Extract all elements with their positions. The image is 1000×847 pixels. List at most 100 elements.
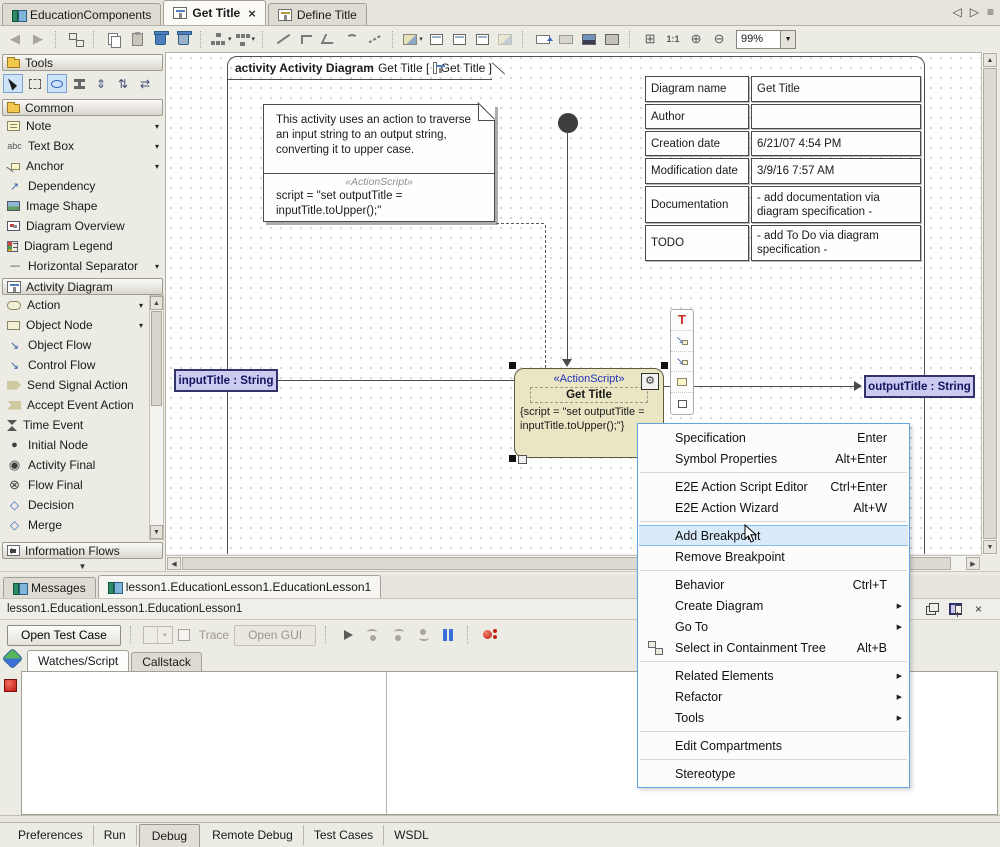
- uml-note[interactable]: This activity uses an action to traverse…: [263, 104, 495, 222]
- menu-item-behavior[interactable]: Behavior Ctrl+T: [638, 574, 909, 595]
- layout-hierarchy-icon[interactable]: ▾: [211, 29, 232, 49]
- chevron-down-icon[interactable]: ▾: [139, 301, 143, 310]
- path-oblique-icon[interactable]: [319, 29, 339, 49]
- paste-icon[interactable]: [127, 29, 147, 49]
- diagram-info-table[interactable]: Diagram name Get Title Author Creation d…: [645, 76, 921, 263]
- tab-messages[interactable]: Messages: [3, 577, 96, 598]
- palette-item-anchor[interactable]: Anchor ▾: [0, 156, 165, 176]
- pause-icon[interactable]: [438, 625, 458, 645]
- containment-tree-icon[interactable]: [66, 29, 86, 49]
- pane-divider[interactable]: [386, 672, 387, 814]
- menu-item-go-to[interactable]: Go To ▶: [638, 616, 909, 637]
- palette-item-horizontal-separator[interactable]: ---- Horizontal Separator ▾: [0, 256, 165, 276]
- menu-item-add-breakpoint[interactable]: Add Breakpoint: [639, 525, 908, 546]
- open-diagram-window-icon[interactable]: [449, 29, 469, 49]
- add-element-icon[interactable]: ▾: [235, 29, 256, 49]
- menu-item-select-in-containment-tree[interactable]: Select in Containment Tree Alt+B: [638, 637, 909, 658]
- palette-item-object-node[interactable]: Object Node ▾: [0, 315, 149, 335]
- output-pin[interactable]: outputTitle : String: [864, 375, 975, 398]
- menu-item-refactor[interactable]: Refactor ▶: [638, 686, 909, 707]
- palette-header-activity-diagram[interactable]: Activity Diagram: [2, 278, 163, 295]
- menu-item-e2e-action-wizard[interactable]: E2E Action Wizard Alt+W: [638, 497, 909, 518]
- scroll-up-icon[interactable]: ▲: [983, 53, 997, 67]
- scroll-up-icon[interactable]: ▲: [150, 296, 163, 310]
- navigate-back-icon[interactable]: ◀: [5, 29, 25, 49]
- palette-header-information-flows[interactable]: Information Flows: [2, 542, 163, 559]
- action-name[interactable]: Get Title: [530, 387, 648, 403]
- delete-icon[interactable]: [150, 29, 170, 49]
- resume-icon[interactable]: [338, 625, 358, 645]
- scroll-down-icon[interactable]: ▼: [150, 525, 163, 539]
- canvas-vertical-scrollbar[interactable]: ▲ ▼: [981, 52, 998, 555]
- chevron-down-icon[interactable]: ▾: [155, 142, 159, 151]
- tab-wsdl[interactable]: WSDL: [384, 825, 439, 845]
- symbol-appearance-icon[interactable]: ▾: [403, 29, 423, 49]
- compartment-expander-icon[interactable]: [518, 455, 527, 464]
- path-spline-icon[interactable]: [365, 29, 385, 49]
- palette-item-flow-final[interactable]: ⊗ Flow Final: [0, 475, 149, 495]
- selection-handle[interactable]: [509, 362, 516, 369]
- step-into-icon[interactable]: [363, 625, 383, 645]
- tab-define-title[interactable]: Define Title: [268, 3, 367, 25]
- scrollbar-thumb[interactable]: [151, 311, 162, 406]
- zoom-combo-arrow-icon[interactable]: ▼: [780, 31, 795, 48]
- menu-item-related-elements[interactable]: Related Elements ▶: [638, 665, 909, 686]
- palette-header-common[interactable]: Common: [2, 99, 163, 116]
- tab-debug[interactable]: Debug: [139, 824, 200, 847]
- palette-item-diagram-overview[interactable]: Diagram Overview: [0, 216, 165, 236]
- palette-item-object-flow[interactable]: ↘ Object Flow: [0, 335, 149, 355]
- palette-item-time-event[interactable]: Time Event: [0, 415, 149, 435]
- path-rectilinear-icon[interactable]: [296, 29, 316, 49]
- scroll-tabs-right-icon[interactable]: ▷: [970, 5, 979, 19]
- open-gui-button[interactable]: Open GUI: [234, 625, 316, 646]
- chevron-down-icon[interactable]: ▾: [139, 321, 143, 330]
- palette-header-tools[interactable]: Tools: [2, 54, 163, 71]
- swap-tool[interactable]: ⇄: [135, 74, 155, 93]
- menu-item-create-diagram[interactable]: Create Diagram ▶: [638, 595, 909, 616]
- resize-symbol-icon[interactable]: [533, 29, 553, 49]
- sticky-tool[interactable]: [47, 74, 67, 93]
- float-panel-icon[interactable]: [926, 603, 939, 615]
- scrollbar-thumb[interactable]: [983, 68, 997, 539]
- palette-item-decision[interactable]: ◇ Decision: [0, 495, 149, 515]
- pin-panel-icon[interactable]: [949, 603, 962, 615]
- tab-preferences[interactable]: Preferences: [8, 825, 94, 845]
- note-anchor-tool[interactable]: [671, 372, 693, 393]
- delete-symbol-icon[interactable]: [173, 29, 193, 49]
- chevron-down-icon[interactable]: ▾: [155, 162, 159, 171]
- zoom-out-icon[interactable]: ⊖: [709, 29, 729, 49]
- palette-item-note[interactable]: Note ▾: [0, 116, 165, 136]
- tab-watches-script[interactable]: Watches/Script: [27, 650, 129, 671]
- initial-node[interactable]: [558, 113, 578, 133]
- tab-run[interactable]: Run: [94, 825, 137, 845]
- breakpoint-marker[interactable]: [4, 679, 17, 692]
- input-pin[interactable]: inputTitle : String: [174, 369, 278, 392]
- tab-get-title[interactable]: Get Title ×: [163, 0, 265, 25]
- control-flow-edge[interactable]: [567, 133, 568, 361]
- tab-remote-debug[interactable]: Remote Debug: [202, 825, 304, 845]
- palette-item-control-flow[interactable]: ↘ Control Flow: [0, 355, 149, 375]
- menu-item-tools[interactable]: Tools ▶: [638, 707, 909, 728]
- menu-item-e2e-action-script-editor[interactable]: E2E Action Script Editor Ctrl+Enter: [638, 476, 909, 497]
- close-diagram-window-icon[interactable]: [472, 29, 492, 49]
- palette-item-merge[interactable]: ◇ Merge: [0, 515, 149, 535]
- tab-education-components[interactable]: EducationComponents: [2, 3, 161, 25]
- path-curved-icon[interactable]: [342, 29, 362, 49]
- save-image-icon[interactable]: [579, 29, 599, 49]
- object-flow-tool[interactable]: ↘: [671, 352, 693, 373]
- chevron-down-icon[interactable]: ▾: [155, 262, 159, 271]
- step-over-icon[interactable]: [388, 625, 408, 645]
- palette-item-dependency[interactable]: ↗ Dependency: [0, 176, 165, 196]
- scroll-left-icon[interactable]: ◀: [167, 557, 181, 570]
- trace-combo[interactable]: ▾: [143, 626, 173, 644]
- keyboard-icon[interactable]: [556, 29, 576, 49]
- breakpoint-gutter[interactable]: [0, 671, 21, 815]
- palette-item-activity-final[interactable]: ◉ Activity Final: [0, 455, 149, 475]
- palette-item-action[interactable]: Action ▾: [0, 295, 149, 315]
- fit-in-window-icon[interactable]: ⊞: [640, 29, 660, 49]
- scroll-tabs-left-icon[interactable]: ◁: [953, 5, 962, 19]
- path-straight-icon[interactable]: [273, 29, 293, 49]
- chevron-down-icon[interactable]: ▾: [155, 122, 159, 131]
- palette-item-diagram-legend[interactable]: Diagram Legend: [0, 236, 165, 256]
- copy-icon[interactable]: [104, 29, 124, 49]
